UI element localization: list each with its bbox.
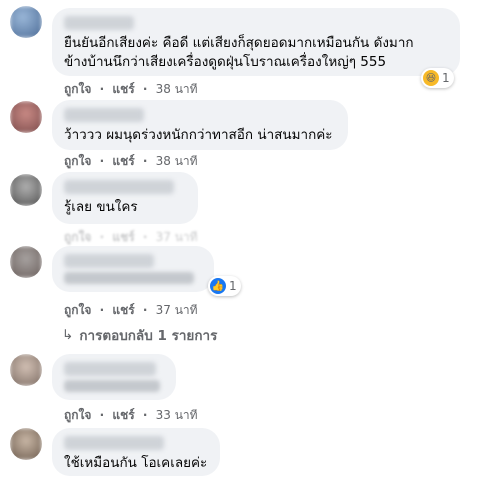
avatar[interactable] <box>10 246 42 278</box>
separator: · <box>99 303 105 317</box>
share-link[interactable]: แชร์ <box>112 230 134 244</box>
timestamp[interactable]: 37 นาที <box>156 303 198 317</box>
avatar[interactable] <box>10 428 42 460</box>
commenter-name-blurred[interactable] <box>64 108 144 122</box>
avatar[interactable] <box>10 354 42 386</box>
view-replies-link[interactable]: ↳ การตอบกลับ 1 รายการ <box>62 324 217 346</box>
comment-bubble: ว้าววว ผมนุดร่วงหนักกว่าทาสอีก น่าสนมากค… <box>52 100 348 150</box>
comment-text-blurred <box>64 272 194 284</box>
comment-bubble <box>52 246 214 292</box>
share-link[interactable]: แชร์ <box>112 82 134 96</box>
comment-text: ข้างบ้านนึกว่าเสียงเครื่องดูดฝุ่นโบราณเค… <box>64 54 387 70</box>
timestamp[interactable]: 37 นาที <box>156 230 198 244</box>
comment-text: รู้เลย ขนใคร <box>64 199 138 215</box>
commenter-name-blurred[interactable] <box>64 436 164 450</box>
share-link[interactable]: แชร์ <box>112 303 134 317</box>
like-link[interactable]: ถูกใจ <box>64 154 91 168</box>
comment-actions: ถูกใจ · แชร์ · 33 นาที <box>64 406 198 425</box>
comment-bubble: รู้เลย ขนใคร <box>52 172 198 224</box>
comment-bubble: ยืนยันอีกเสียงค่ะ คือดี แต่เสียงก็สุดยอด… <box>52 8 460 76</box>
reaction-badge[interactable]: 👍 1 <box>208 276 241 296</box>
commenter-name-blurred[interactable] <box>64 254 154 268</box>
comment-text: ยืนยันอีกเสียงค่ะ คือดี แต่เสียงก็สุดยอด… <box>64 35 414 51</box>
share-link[interactable]: แชร์ <box>112 154 134 168</box>
separator: · <box>142 408 148 422</box>
comment-actions: ถูกใจ · แชร์ · 37 นาที <box>64 301 198 320</box>
separator: · <box>142 82 148 96</box>
separator: · <box>99 82 105 96</box>
separator: · <box>142 230 148 244</box>
comment-text: ว้าววว ผมนุดร่วงหนักกว่าทาสอีก น่าสนมากค… <box>64 127 333 143</box>
timestamp[interactable]: 38 นาที <box>156 82 198 96</box>
comment-actions: ถูกใจ · แชร์ · 38 นาที <box>64 80 198 99</box>
comment-bubble <box>52 354 176 400</box>
comment-actions: ถูกใจ · แชร์ · 38 นาที <box>64 152 198 171</box>
reaction-count: 1 <box>229 279 237 293</box>
like-link[interactable]: ถูกใจ <box>64 408 91 422</box>
avatar[interactable] <box>10 174 42 206</box>
share-link[interactable]: แชร์ <box>112 408 134 422</box>
like-link[interactable]: ถูกใจ <box>64 230 91 244</box>
separator: · <box>99 154 105 168</box>
like-icon: 👍 <box>210 278 226 294</box>
avatar[interactable] <box>10 101 42 133</box>
comment-actions: ถูกใจ · แชร์ · 37 นาที <box>64 228 198 247</box>
separator: · <box>142 303 148 317</box>
reaction-count: 1 <box>442 71 450 85</box>
comment-text-blurred <box>64 380 160 392</box>
separator: · <box>99 230 105 244</box>
separator: · <box>142 154 148 168</box>
reaction-badge[interactable]: 😆 1 <box>421 68 454 88</box>
timestamp[interactable]: 38 นาที <box>156 154 198 168</box>
like-link[interactable]: ถูกใจ <box>64 303 91 317</box>
comment-text: ใช้เหมือนกัน โอเคเลยค่ะ <box>64 455 208 471</box>
like-link[interactable]: ถูกใจ <box>64 82 91 96</box>
comment-bubble: ใช้เหมือนกัน โอเคเลยค่ะ <box>52 428 220 476</box>
commenter-name-blurred[interactable] <box>64 16 134 30</box>
commenter-name-blurred[interactable] <box>64 180 174 194</box>
avatar[interactable] <box>10 6 42 38</box>
timestamp[interactable]: 33 นาที <box>156 408 198 422</box>
replies-label: การตอบกลับ 1 รายการ <box>79 328 218 344</box>
separator: · <box>99 408 105 422</box>
reply-arrow-icon: ↳ <box>62 327 74 343</box>
commenter-name-blurred[interactable] <box>64 362 156 376</box>
haha-icon: 😆 <box>423 70 439 86</box>
